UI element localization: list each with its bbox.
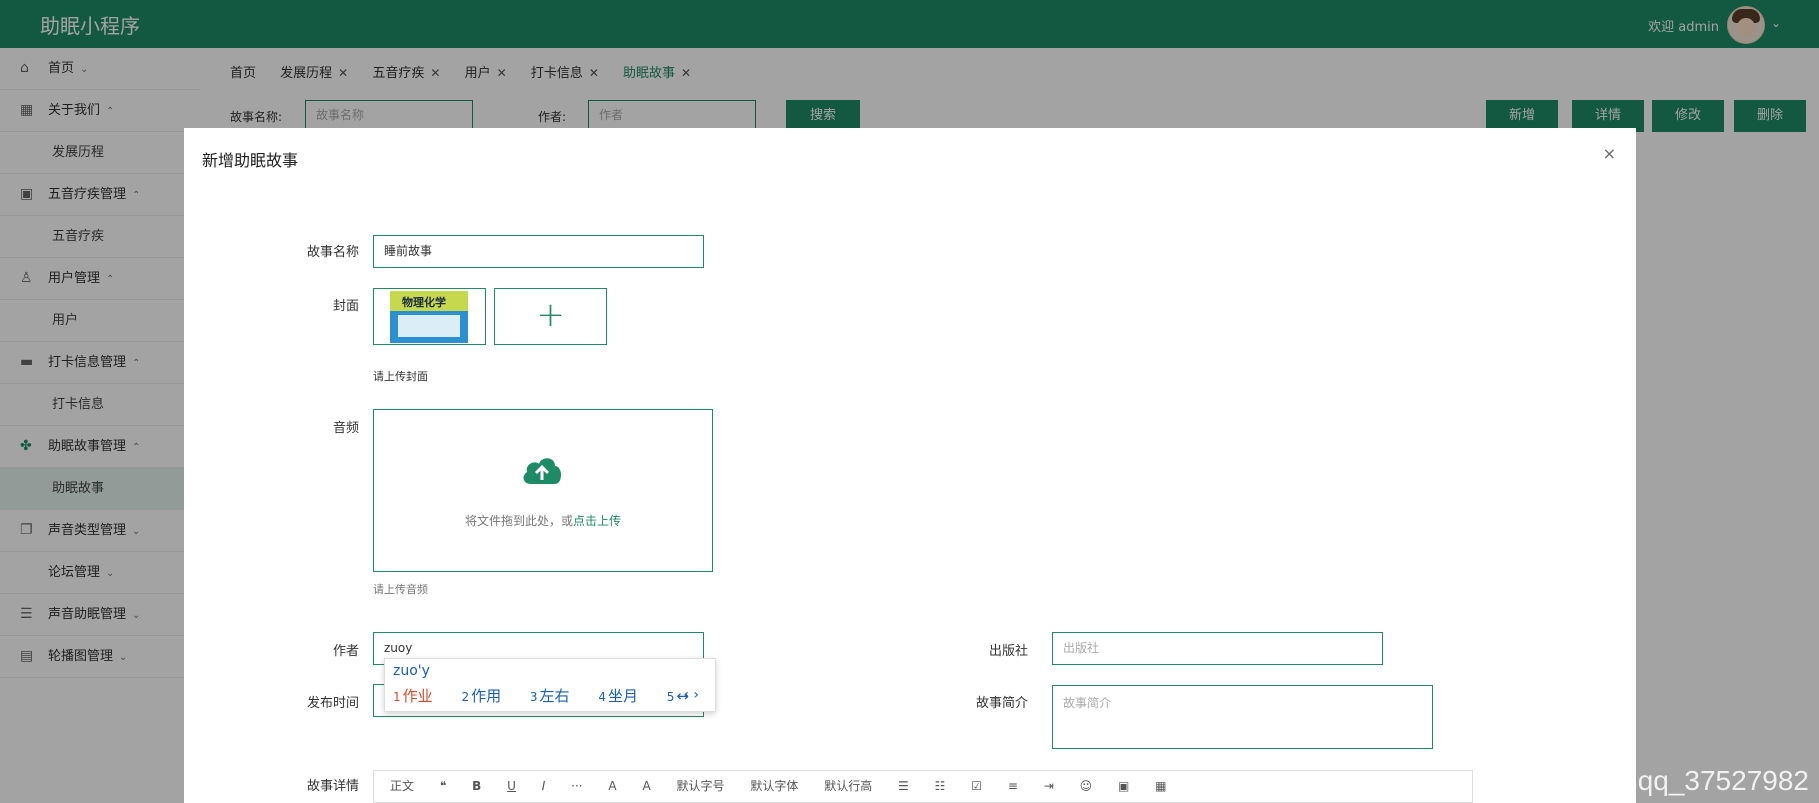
- ime-candidate[interactable]: 2 作用: [461, 687, 513, 705]
- candidate-text: 作业: [402, 687, 433, 705]
- font-family-dropdown[interactable]: 默认字体: [750, 779, 798, 793]
- book-cover-image: 物理化学: [390, 291, 468, 343]
- indent-icon[interactable]: ⇥: [1044, 779, 1054, 793]
- book-cover-title: 物理化学: [402, 296, 446, 309]
- candidate-text: 作用: [471, 687, 502, 705]
- candidate-number: 3: [529, 690, 538, 704]
- font-color-icon[interactable]: A: [608, 779, 616, 793]
- line-height-dropdown[interactable]: 默认行高: [824, 779, 872, 793]
- paragraph-format-dropdown[interactable]: 正文: [390, 779, 414, 793]
- upload-link[interactable]: 点击上传: [573, 514, 621, 528]
- italic-icon[interactable]: I: [542, 779, 546, 793]
- underline-icon[interactable]: U: [507, 779, 516, 793]
- audio-hint: 请上传音频: [373, 583, 428, 596]
- audio-upload-dropzone[interactable]: 将文件拖到此处，或点击上传: [373, 409, 713, 572]
- font-size-dropdown[interactable]: 默认字号: [677, 779, 725, 793]
- upload-instructions: 将文件拖到此处，或点击上传: [374, 512, 712, 529]
- emoji-icon[interactable]: ☺: [1080, 779, 1093, 793]
- candidate-number: 5: [666, 690, 675, 704]
- todo-icon[interactable]: ☑: [971, 779, 982, 793]
- background-color-icon[interactable]: A: [642, 779, 650, 793]
- numbered-list-icon[interactable]: ☷: [935, 779, 946, 793]
- align-icon[interactable]: ≡: [1008, 779, 1018, 793]
- detail-label: 故事详情: [306, 779, 359, 794]
- candidate-number: 4: [598, 690, 606, 704]
- add-story-dialog: 新增助眠故事 × 故事名称 睡前故事 封面 物理化学 + 请上传封面 音频 将文…: [184, 128, 1636, 803]
- intro-label: 故事简介: [975, 696, 1028, 711]
- ime-candidate-popup: zuo'y 1 作业 2 作用 3 左右 4 坐月 5 ↔ ‹ ›: [384, 658, 716, 712]
- ime-candidates: 1 作业 2 作用 3 左右 4 坐月 5 ↔: [393, 685, 713, 706]
- table-icon[interactable]: ▦: [1155, 779, 1166, 793]
- cover-hint: 请上传封面: [373, 370, 428, 383]
- bullet-list-icon[interactable]: ☰: [898, 779, 909, 793]
- candidate-number: 2: [461, 690, 470, 704]
- publisher-input[interactable]: 出版社: [1052, 632, 1383, 665]
- dialog-title: 新增助眠故事: [202, 151, 299, 170]
- more-icon[interactable]: ···: [571, 779, 582, 793]
- close-icon[interactable]: ×: [1603, 144, 1616, 163]
- candidate-text: 左右: [539, 687, 570, 705]
- drop-text: 将文件拖到此处，或: [464, 514, 573, 528]
- ime-candidate[interactable]: 4 坐月: [598, 687, 650, 705]
- candidate-text: 坐月: [607, 687, 638, 705]
- publisher-label: 出版社: [988, 644, 1028, 659]
- quote-icon[interactable]: ❝: [440, 779, 446, 793]
- ime-candidate[interactable]: 3 左右: [530, 687, 582, 705]
- ime-candidate[interactable]: 1 作业: [393, 687, 445, 705]
- ime-page-arrows[interactable]: ‹ ›: [683, 687, 699, 703]
- cover-label: 封面: [332, 299, 359, 314]
- bold-icon[interactable]: B: [472, 779, 481, 793]
- story-name-input[interactable]: 睡前故事: [373, 235, 704, 268]
- author-label: 作者: [332, 644, 359, 659]
- intro-textarea[interactable]: 故事简介: [1052, 685, 1433, 749]
- book-cover-panel: [398, 315, 460, 337]
- cover-thumbnail[interactable]: 物理化学: [373, 288, 486, 345]
- image-icon[interactable]: ▣: [1118, 779, 1129, 793]
- candidate-number: 1: [393, 690, 401, 704]
- ime-pinyin: zuo'y: [393, 663, 430, 679]
- watermark: CSDN @qq_37527982: [1522, 765, 1809, 796]
- cloud-upload-icon: [523, 458, 561, 484]
- add-cover-button[interactable]: +: [494, 288, 607, 345]
- rich-editor-toolbar: 正文 ❝ B U I ··· A A 默认字号 默认字体 默认行高 ☰ ☷ ☑ …: [373, 770, 1473, 803]
- audio-label: 音频: [332, 421, 359, 436]
- story-name-label: 故事名称: [306, 245, 359, 260]
- publish-time-label: 发布时间: [306, 696, 359, 711]
